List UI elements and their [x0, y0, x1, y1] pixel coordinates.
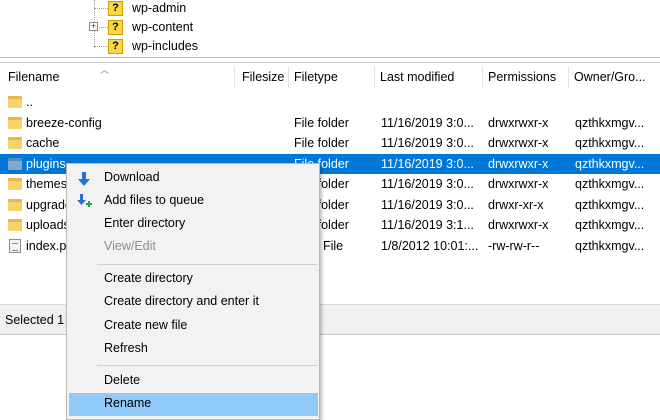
- perms-cell: drwxrwxr-x: [488, 136, 549, 150]
- modified-cell: 11/16/2019 3:0...: [381, 197, 474, 212]
- folder-icon: [8, 198, 22, 211]
- folder-icon: [8, 219, 22, 231]
- column-header-owner-group[interactable]: Owner/Gro...: [568, 62, 660, 92]
- question-folder-icon: ?: [108, 0, 123, 16]
- download-arrow-icon: [78, 172, 90, 186]
- menu-item-view-edit: View/Edit: [69, 236, 318, 259]
- tree-guide-line: [94, 8, 108, 9]
- tree-guide-line: [94, 46, 108, 47]
- menu-item-label: View/Edit: [104, 239, 156, 253]
- menu-item-label: Enter directory: [104, 216, 186, 230]
- menu-item-label: Rename: [104, 396, 152, 410]
- menu-item-label: Create directory: [104, 271, 193, 285]
- owner-cell: qzthkxmgv...: [575, 177, 645, 191]
- menu-item-label: Create new file: [104, 318, 188, 332]
- perms-cell: [488, 92, 568, 112]
- filename-cell: cache: [26, 136, 60, 150]
- menu-separator: [97, 365, 317, 366]
- modified-cell: 11/16/2019 3:0...: [381, 115, 474, 130]
- perms-cell: drwxr-xr-x: [488, 197, 544, 212]
- owner-cell: qzthkxmgv...: [575, 136, 645, 150]
- column-header-last-modified[interactable]: Last modified: [374, 62, 480, 92]
- perms-cell: drwxrwxr-x: [488, 156, 549, 171]
- modified-cell: 1/8/2012 10:01:...: [381, 238, 479, 253]
- tree-item-label: wp-admin: [132, 1, 187, 15]
- menu-item-label: Add files to queue: [104, 193, 205, 207]
- menu-item-label: Delete: [104, 373, 141, 387]
- tree-item-wp-content[interactable]: ? wp-content: [108, 18, 193, 36]
- table-row[interactable]: breeze-config File folder 11/16/2019 3:0..…: [0, 113, 660, 133]
- question-folder-icon: ?: [108, 38, 123, 54]
- menu-item-enter-directory[interactable]: Enter directory: [69, 213, 318, 236]
- context-menu: Download Add files to queue Enter direct…: [66, 163, 320, 420]
- column-header-filesize[interactable]: Filesize: [236, 62, 286, 92]
- menu-item-create-directory-and-enter[interactable]: Create directory and enter it: [69, 291, 318, 314]
- table-row[interactable]: ..: [0, 92, 660, 112]
- add-to-queue-icon: [77, 194, 92, 207]
- perms-cell: -rw-rw-r--: [488, 238, 540, 253]
- directory-tree: ? wp-admin + ? wp-content ? wp-includes: [0, 0, 660, 58]
- perms-cell: drwxrwxr-x: [488, 218, 549, 232]
- filename-cell: breeze-config: [26, 115, 102, 130]
- expand-icon[interactable]: +: [89, 22, 98, 31]
- perms-cell: drwxrwxr-x: [488, 177, 549, 191]
- type-cell: [294, 92, 374, 112]
- folder-icon: [8, 96, 22, 108]
- menu-item-label: Refresh: [104, 341, 148, 355]
- modified-cell: 11/16/2019 3:0...: [381, 136, 474, 150]
- filename-cell: ..: [26, 95, 33, 109]
- question-folder-icon: ?: [108, 19, 123, 35]
- modified-cell: [381, 92, 481, 112]
- tree-guide-line: [99, 27, 108, 28]
- column-header-permissions[interactable]: Permissions: [482, 62, 566, 92]
- menu-item-add-files-to-queue[interactable]: Add files to queue: [69, 190, 318, 213]
- size-cell: [236, 92, 284, 112]
- menu-item-download[interactable]: Download: [69, 167, 318, 190]
- modified-cell: 11/16/2019 3:0...: [381, 156, 474, 171]
- type-cell: File folder: [294, 115, 349, 130]
- column-header-filetype[interactable]: Filetype: [288, 62, 372, 92]
- folder-icon: [8, 178, 22, 190]
- modified-cell: 11/16/2019 3:1...: [381, 218, 474, 232]
- php-file-icon: [9, 238, 21, 253]
- tree-item-label: wp-includes: [132, 39, 199, 53]
- column-header-filename[interactable]: Filename: [2, 62, 234, 92]
- divider: [0, 57, 660, 58]
- owner-cell: qzthkxmgv...: [575, 197, 645, 212]
- table-row[interactable]: cache File folder 11/16/2019 3:0... drwxrwx…: [0, 133, 660, 153]
- menu-item-refresh[interactable]: Refresh: [69, 338, 318, 361]
- folder-icon: [8, 157, 22, 170]
- menu-item-label: Create directory and enter it: [104, 294, 259, 308]
- owner-cell: [575, 92, 660, 112]
- menu-item-label: Download: [104, 170, 160, 184]
- size-cell: [236, 113, 284, 133]
- menu-item-create-new-file[interactable]: Create new file: [69, 315, 318, 338]
- perms-cell: drwxrwxr-x: [488, 115, 549, 130]
- menu-separator: [97, 264, 317, 265]
- column-separator[interactable]: [234, 66, 235, 88]
- menu-item-create-directory[interactable]: Create directory: [69, 268, 318, 291]
- tree-item-wp-admin[interactable]: ? wp-admin: [108, 0, 186, 17]
- owner-cell: qzthkxmgv...: [575, 115, 645, 130]
- owner-cell: qzthkxmgv...: [575, 238, 645, 253]
- owner-cell: qzthkxmgv...: [575, 156, 645, 171]
- modified-cell: 11/16/2019 3:0...: [381, 177, 474, 191]
- owner-cell: qzthkxmgv...: [575, 218, 645, 232]
- tree-item-wp-includes[interactable]: ? wp-includes: [108, 37, 198, 55]
- type-cell: File folder: [294, 136, 349, 150]
- menu-item-rename[interactable]: Rename: [69, 393, 318, 416]
- folder-icon: [8, 116, 22, 129]
- size-cell: [236, 133, 284, 153]
- menu-item-delete[interactable]: Delete: [69, 370, 318, 393]
- folder-icon: [8, 137, 22, 149]
- tree-item-label: wp-content: [132, 20, 194, 34]
